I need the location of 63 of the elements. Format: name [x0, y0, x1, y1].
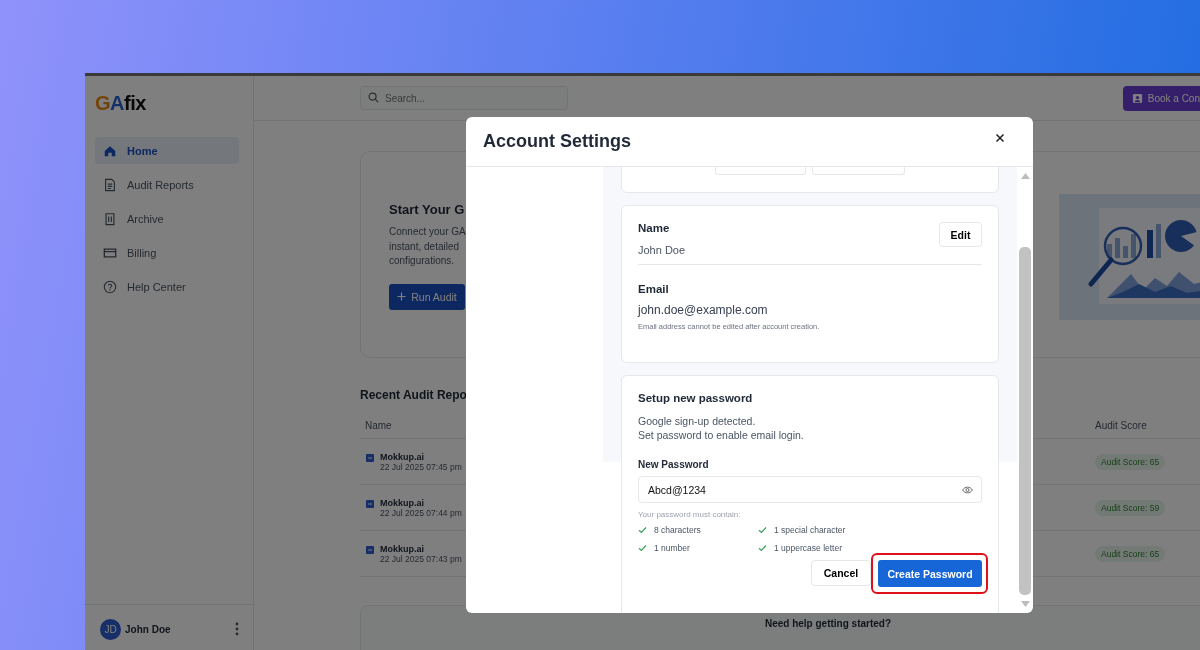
scroll-down-icon[interactable] — [1020, 601, 1030, 607]
help-icon — [103, 279, 117, 294]
hero-description-line: Connect your GA — [389, 225, 466, 239]
cancel-button[interactable]: Cancel — [811, 560, 871, 586]
document-icon — [103, 177, 117, 192]
button-edge[interactable] — [812, 167, 905, 175]
hero-description-line: configurations. — [389, 254, 456, 268]
trash-icon — [103, 211, 117, 226]
column-header: Name — [365, 419, 392, 431]
button-edge[interactable] — [715, 167, 806, 175]
sidebar-item[interactable]: Billing — [95, 239, 239, 266]
hero-title: Start Your G — [389, 202, 465, 217]
contact-icon — [1131, 92, 1143, 104]
file-icon — [366, 545, 374, 554]
card-description: Google sign-up detected. — [638, 414, 757, 428]
sidebar-item[interactable]: Audit Reports — [95, 171, 239, 198]
scroll-up-icon[interactable] — [1020, 173, 1030, 179]
card-title: Setup new password — [638, 392, 754, 404]
password-hint: Your password must contain: — [638, 510, 742, 519]
requirement-text: 1 uppercase letter — [774, 543, 843, 553]
search-icon — [368, 92, 379, 103]
run-audit-button[interactable]: Run Audit — [389, 283, 465, 310]
search-field[interactable]: Search... — [360, 86, 568, 110]
score-badge: Audit Score: 65 — [1095, 545, 1166, 562]
field-value: John Doe — [638, 244, 686, 256]
user-name: John Doe — [125, 623, 171, 635]
password-field[interactable]: Abcd@1234 — [638, 476, 982, 503]
book-button[interactable]: Book a Con — [1122, 85, 1200, 111]
score-badge: Audit Score: 65 — [1095, 453, 1166, 470]
score-badge: Audit Score: 59 — [1095, 499, 1166, 516]
close-icon[interactable] — [995, 132, 1005, 143]
hero-description-line: instant, detailed — [389, 239, 461, 254]
field-label: Name — [638, 222, 671, 234]
requirement-text: 1 number — [654, 543, 690, 553]
sidebar-item[interactable]: Home — [95, 137, 239, 164]
card-description: Set password to enable email login. — [638, 428, 805, 442]
field-label: New Password — [638, 459, 710, 470]
column-header: Audit Score — [1095, 419, 1147, 431]
card-icon — [103, 245, 117, 260]
report-date: 22 Jul 2025 07:43 pm — [380, 553, 462, 564]
help-title: Need help getting started? — [764, 618, 892, 631]
scrollbar-thumb[interactable] — [1019, 247, 1031, 595]
plus-icon — [397, 292, 407, 301]
report-name[interactable]: Mokkup.ai — [380, 451, 462, 462]
more-icon[interactable] — [235, 622, 239, 636]
sidebar-item[interactable]: Archive — [95, 205, 239, 232]
report-date: 22 Jul 2025 07:44 pm — [380, 507, 462, 518]
field-label: Email — [638, 283, 670, 295]
requirement-text: 1 special character — [774, 525, 846, 535]
edit-button[interactable]: Edit — [939, 222, 982, 247]
report-name[interactable]: Mokkup.ai — [380, 497, 462, 508]
report-name[interactable]: Mokkup.ai — [380, 543, 462, 554]
field-value: john.doe@example.com — [638, 303, 769, 317]
requirement-text: 8 characters — [654, 525, 701, 535]
section-title: Recent Audit Repo — [360, 388, 467, 402]
sidebar-item[interactable]: Help Center — [95, 273, 239, 300]
dialog-title: Account Settings — [483, 131, 631, 152]
file-icon — [366, 499, 374, 508]
eye-icon[interactable] — [962, 486, 973, 494]
file-icon — [366, 453, 374, 462]
user-avatar[interactable]: JD — [100, 618, 121, 640]
report-date: 22 Jul 2025 07:45 pm — [380, 461, 462, 472]
create-password-button[interactable]: Create Password — [878, 560, 982, 587]
